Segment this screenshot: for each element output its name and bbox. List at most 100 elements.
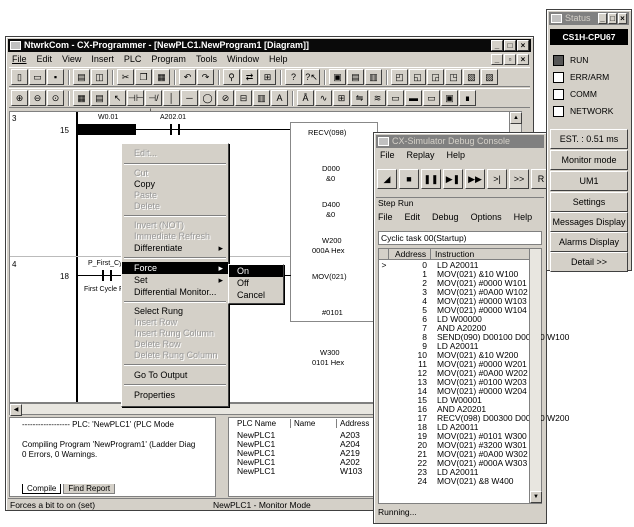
select-icon[interactable]: ↖ <box>109 90 126 106</box>
monitor-3-icon[interactable]: ▭ <box>423 90 440 106</box>
tab-find-report[interactable]: Find Report <box>63 484 116 494</box>
menu-item-delete-rung-column[interactable]: Delete Rung Column <box>122 350 228 361</box>
step-over-icon[interactable]: >| <box>487 169 507 189</box>
rung-icon[interactable]: ∿ <box>315 90 332 106</box>
step-menu-file[interactable]: File <box>378 211 393 224</box>
task-select[interactable]: Cyclic task 00(Startup) <box>378 231 542 245</box>
column-header-plc-name[interactable]: PLC Name <box>237 419 291 428</box>
symbol-icon[interactable]: Å <box>297 90 314 106</box>
preview-icon[interactable]: ◫ <box>91 69 108 85</box>
scroll-down-arrow[interactable]: ▼ <box>530 491 542 503</box>
submenu-item-off[interactable]: Off <box>229 277 283 289</box>
compare-icon[interactable]: ≋ <box>369 90 386 106</box>
ascii-icon[interactable]: A <box>271 90 288 106</box>
horizontal-icon[interactable]: ─ <box>181 90 198 106</box>
cut-icon[interactable]: ✂ <box>117 69 134 85</box>
zoom-out-icon[interactable]: ⊖ <box>29 90 46 106</box>
main-title-bar[interactable]: NtwrkCom - CX-Programmer - [NewPLC1.NewP… <box>8 39 531 52</box>
context-help-icon[interactable]: ?↖ <box>303 69 320 85</box>
online-icon[interactable]: ⊞ <box>333 90 350 106</box>
menu-plc[interactable]: PLC <box>124 53 142 66</box>
step-table-scrollbar[interactable]: ▼ <box>529 249 542 503</box>
menu-file[interactable]: File <box>12 53 27 66</box>
comment-icon[interactable]: ▤ <box>91 90 108 106</box>
menu-tools[interactable]: Tools <box>196 53 217 66</box>
coil-icon[interactable]: ◯ <box>199 90 216 106</box>
monitor-icon[interactable]: ▭ <box>387 90 404 106</box>
child-minimize-button[interactable]: _ <box>491 54 503 65</box>
view-icon-3[interactable]: ◲ <box>427 69 444 85</box>
menu-edit[interactable]: Edit <box>37 53 53 66</box>
open-icon[interactable]: ▭ <box>29 69 46 85</box>
view-icon-5[interactable]: ▧ <box>463 69 480 85</box>
window-icon-1[interactable]: ▣ <box>329 69 346 85</box>
submenu-item-cancel[interactable]: Cancel <box>229 289 283 301</box>
step-menu-help[interactable]: Help <box>514 211 533 224</box>
zoom-fit-icon[interactable]: ⊙ <box>47 90 64 106</box>
menu-item-delete[interactable]: Delete <box>122 201 228 212</box>
alarms-display-button[interactable]: Alarms Display <box>550 232 628 252</box>
menu-item-edit[interactable]: Edit... <box>122 146 228 160</box>
monitor-5-icon[interactable]: ∎ <box>459 90 476 106</box>
menu-window[interactable]: Window <box>227 53 259 66</box>
column-header-name[interactable]: Name <box>291 419 337 428</box>
sim-menu-file[interactable]: File <box>380 149 395 162</box>
sim-console-title-bar[interactable]: CX-Simulator Debug Console <box>376 135 544 148</box>
contact-no-icon[interactable]: ⊣⊢ <box>127 90 144 106</box>
status-minimize-button[interactable]: _ <box>598 13 607 24</box>
record-icon[interactable]: ◢ <box>377 169 397 189</box>
monitor-2-icon[interactable]: ▬ <box>405 90 422 106</box>
help-icon[interactable]: ? <box>285 69 302 85</box>
menu-item-immediate-refresh[interactable]: Immediate Refresh <box>122 231 228 242</box>
submenu-item-on[interactable]: On <box>229 265 283 277</box>
status-title-bar[interactable]: Status _ □ × <box>549 12 629 25</box>
menu-item-paste[interactable]: Paste <box>122 190 228 201</box>
print-icon[interactable]: ▤ <box>73 69 90 85</box>
menu-item-force[interactable]: Force ▸ <box>122 262 228 274</box>
menu-item-differentiate[interactable]: Differentiate ▸ <box>122 242 228 254</box>
status-close-button[interactable]: × <box>618 13 627 24</box>
step-run-title-bar[interactable]: Step Run <box>376 198 544 209</box>
stop-icon[interactable]: ■ <box>399 169 419 189</box>
scroll-left-arrow[interactable]: ◀ <box>10 404 22 416</box>
minimize-button[interactable]: _ <box>491 40 503 51</box>
paste-icon[interactable]: ▦ <box>153 69 170 85</box>
sim-menu-replay[interactable]: Replay <box>407 149 435 162</box>
contact-selected[interactable] <box>78 124 136 135</box>
menu-item-go-to-output[interactable]: Go To Output <box>122 369 228 381</box>
column-header-address[interactable]: Address <box>337 419 369 428</box>
menu-item-invert[interactable]: Invert (NOT) <box>122 220 228 231</box>
view-icon-4[interactable]: ◳ <box>445 69 462 85</box>
menu-item-insert-row[interactable]: Insert Row <box>122 317 228 328</box>
pause-icon[interactable]: ❚❚ <box>421 169 441 189</box>
window-icon-3[interactable]: ▥ <box>365 69 382 85</box>
step-icon[interactable]: ▶❚ <box>443 169 463 189</box>
address-icon[interactable]: ▥ <box>253 90 270 106</box>
table-row[interactable]: 24 MOV(021) &8 W400 <box>379 477 529 486</box>
tab-compile[interactable]: Compile <box>22 484 62 494</box>
menu-item-delete-row[interactable]: Delete Row <box>122 339 228 350</box>
fast-forward-icon[interactable]: >> <box>509 169 529 189</box>
view-icon-2[interactable]: ◱ <box>409 69 426 85</box>
menu-item-properties[interactable]: Properties <box>122 389 228 401</box>
redo-icon[interactable]: ↷ <box>197 69 214 85</box>
menu-item-differential-monitor[interactable]: Differential Monitor... <box>122 286 228 298</box>
grid-icon[interactable]: ▦ <box>73 90 90 106</box>
menu-help[interactable]: Help <box>269 53 288 66</box>
transfer-icon[interactable]: ⇋ <box>351 90 368 106</box>
scroll-up-arrow[interactable]: ▲ <box>510 112 522 124</box>
column-header-address[interactable]: Address <box>389 249 431 259</box>
coil-nc-icon[interactable]: ⊘ <box>217 90 234 106</box>
step-menu-options[interactable]: Options <box>471 211 502 224</box>
status-maximize-button[interactable]: □ <box>608 13 617 24</box>
menu-item-copy[interactable]: Copy <box>122 179 228 190</box>
settings-button[interactable]: Settings <box>550 192 628 212</box>
view-icon-1[interactable]: ◰ <box>391 69 408 85</box>
menu-item-insert-rung-column[interactable]: Insert Rung Column <box>122 328 228 339</box>
instruction-box[interactable] <box>290 122 378 322</box>
zoom-in-icon[interactable]: ⊕ <box>11 90 28 106</box>
menu-item-set[interactable]: Set ▸ <box>122 274 228 286</box>
detail-button[interactable]: Detail >> <box>550 252 628 272</box>
monitor-4-icon[interactable]: ▣ <box>441 90 458 106</box>
child-restore-button[interactable]: ▫ <box>504 54 516 65</box>
